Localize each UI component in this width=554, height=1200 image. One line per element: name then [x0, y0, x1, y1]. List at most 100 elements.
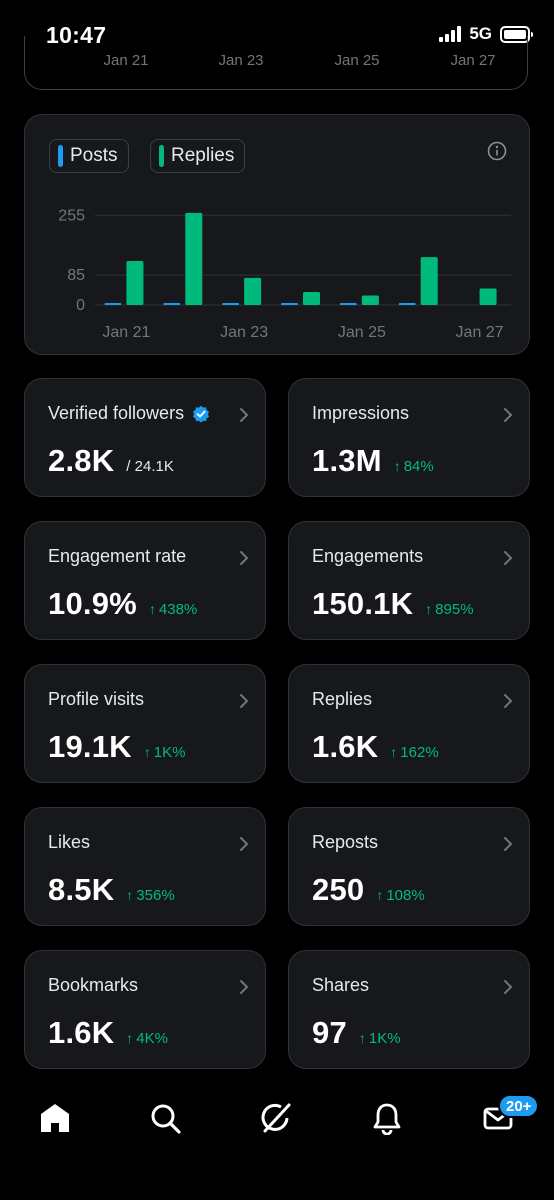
metric-title-row: Profile visits	[48, 689, 144, 710]
metric-change: ↑ 438%	[149, 601, 197, 618]
metric-value-row: 1.3M ↑ 84%	[312, 443, 434, 479]
metric-card-shares[interactable]: Shares 97 ↑ 1K%	[288, 950, 530, 1069]
metric-title: Likes	[48, 832, 91, 852]
metric-value: 250	[312, 872, 365, 907]
metric-card-engagement-rate[interactable]: Engagement rate 10.9% ↑ 438%	[24, 521, 266, 640]
metric-title: Bookmarks	[48, 975, 139, 995]
replies-bar	[244, 277, 262, 305]
metric-change: ↑ 1K%	[144, 744, 186, 761]
x-tick-label: Jan 25	[338, 324, 386, 341]
chevron-right-icon[interactable]	[503, 979, 513, 995]
y-tick-label: 255	[58, 207, 85, 224]
metric-title-row: Engagements	[312, 546, 423, 567]
chevron-right-icon[interactable]	[503, 836, 513, 852]
replies-bar	[303, 291, 320, 305]
grok-icon[interactable]	[259, 1101, 293, 1135]
metric-value: 2.8K	[48, 443, 115, 478]
metric-change: ↑ 895%	[425, 601, 473, 618]
metric-change-value: 895%	[435, 601, 474, 618]
replies-bar	[126, 261, 144, 305]
metric-card-impressions[interactable]: Impressions 1.3M ↑ 84%	[288, 378, 530, 497]
metric-value-row: 250 ↑ 108%	[312, 872, 425, 908]
replies-bar	[420, 257, 438, 305]
arrow-up-icon: ↑	[143, 744, 151, 760]
arrow-up-icon: ↑	[376, 887, 384, 903]
metric-card-reposts[interactable]: Reposts 250 ↑ 108%	[288, 807, 530, 926]
metric-total: / 24.1K	[126, 458, 174, 475]
arrow-up-icon: ↑	[148, 601, 156, 617]
metric-value-row: 1.6K ↑ 4K%	[48, 1015, 168, 1051]
bottom-nav	[0, 1076, 554, 1200]
posts-bar	[163, 303, 181, 305]
metric-card-likes[interactable]: Likes 8.5K ↑ 356%	[24, 807, 266, 926]
chevron-right-icon[interactable]	[503, 693, 513, 709]
metric-title-row: Impressions	[312, 403, 409, 424]
metric-change: ↑ 356%	[126, 887, 174, 904]
metric-value: 1.3M	[312, 443, 382, 478]
search-icon[interactable]	[148, 1101, 182, 1135]
metric-change-value: 108%	[386, 887, 425, 904]
previous-chart-ticks: Jan 21 Jan 23 Jan 25 Jan 27	[24, 52, 528, 72]
x-tick-label: Jan 27	[456, 324, 504, 341]
chevron-right-icon[interactable]	[239, 836, 249, 852]
chevron-right-icon[interactable]	[503, 550, 513, 566]
previous-tick-label: Jan 21	[103, 52, 149, 69]
y-tick-label: 0	[76, 297, 85, 314]
metric-change-value: 84%	[403, 458, 434, 475]
chevron-right-icon[interactable]	[239, 693, 249, 709]
metric-value-row: 2.8K / 24.1K	[48, 443, 174, 479]
metric-card-replies[interactable]: Replies 1.6K ↑ 162%	[288, 664, 530, 783]
replies-bar	[361, 295, 379, 305]
metric-title: Profile visits	[48, 689, 145, 709]
metric-change: ↑ 162%	[390, 744, 438, 761]
metric-value: 1.6K	[312, 729, 379, 764]
arrow-up-icon: ↑	[425, 601, 433, 617]
metric-title: Reposts	[312, 832, 379, 852]
chevron-right-icon[interactable]	[239, 407, 249, 423]
previous-tick-label: Jan 27	[450, 52, 496, 69]
arrow-up-icon: ↑	[126, 1030, 134, 1046]
metric-value: 150.1K	[312, 586, 414, 621]
metric-title: Engagement rate	[48, 546, 187, 566]
metric-title-row: Bookmarks	[48, 975, 138, 996]
metric-change-value: 1K%	[368, 1030, 401, 1047]
metric-value-row: 19.1K ↑ 1K%	[48, 729, 185, 765]
messages-badge: 20+	[498, 1094, 540, 1118]
metric-title-row: Engagement rate	[48, 546, 186, 567]
metric-card-verified-followers[interactable]: Verified followers 2.8K / 24.1K	[24, 378, 266, 497]
metric-change-value: 438%	[158, 601, 198, 618]
metric-card-engagements[interactable]: Engagements 150.1K ↑ 895%	[288, 521, 530, 640]
metric-change: ↑ 1K%	[359, 1030, 401, 1047]
metric-value: 19.1K	[48, 729, 132, 764]
posts-bar	[398, 303, 416, 305]
metric-title-row: Reposts	[312, 832, 378, 853]
metric-title: Engagements	[312, 546, 424, 566]
metric-value-row: 150.1K ↑ 895%	[312, 586, 474, 622]
metric-change-value: 1K%	[153, 744, 186, 761]
posts-bar	[104, 303, 122, 305]
arrow-up-icon: ↑	[358, 1030, 366, 1046]
arrow-up-icon: ↑	[390, 744, 398, 760]
metric-card-bookmarks[interactable]: Bookmarks 1.6K ↑ 4K%	[24, 950, 266, 1069]
metric-value-row: 97 ↑ 1K%	[312, 1015, 401, 1051]
replies-bar	[185, 212, 203, 305]
notifications-icon[interactable]	[370, 1101, 404, 1136]
metric-title: Shares	[312, 975, 370, 995]
chevron-right-icon[interactable]	[239, 550, 249, 566]
metric-value-row: 1.6K ↑ 162%	[312, 729, 439, 765]
metric-change: ↑ 4K%	[126, 1030, 168, 1047]
metric-value: 97	[312, 1015, 347, 1050]
metric-title-row: Verified followers	[48, 403, 210, 424]
chevron-right-icon[interactable]	[239, 979, 249, 995]
verified-badge-icon	[192, 405, 210, 423]
metric-change-value: 162%	[400, 744, 439, 761]
metric-value-row: 10.9% ↑ 438%	[48, 586, 197, 622]
home-icon[interactable]	[38, 1101, 72, 1135]
arrow-up-icon: ↑	[126, 887, 134, 903]
metric-title: Replies	[312, 689, 373, 709]
chevron-right-icon[interactable]	[503, 407, 513, 423]
metric-value: 1.6K	[48, 1015, 115, 1050]
metric-card-profile-visits[interactable]: Profile visits 19.1K ↑ 1K%	[24, 664, 266, 783]
metric-title: Impressions	[312, 403, 410, 423]
metric-change: ↑ 108%	[376, 887, 424, 904]
